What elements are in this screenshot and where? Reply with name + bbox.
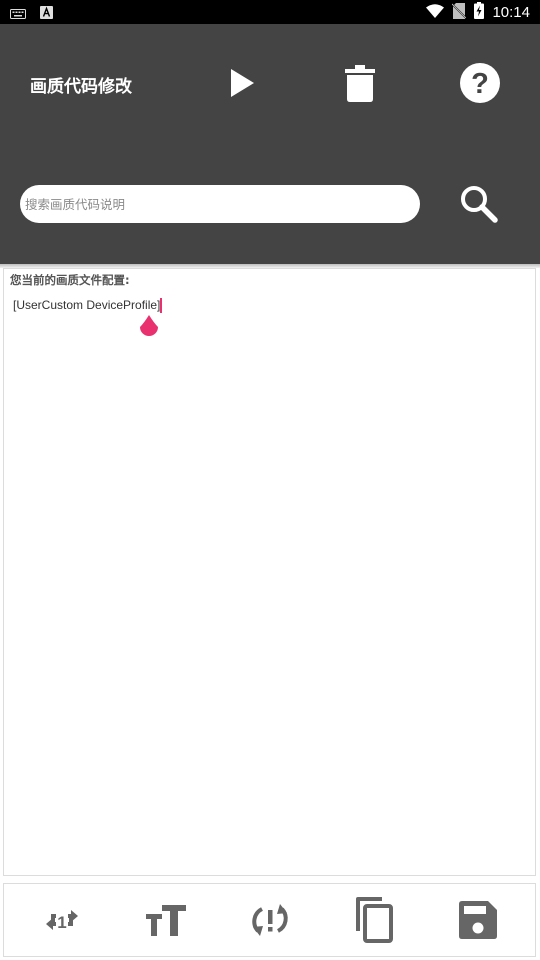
no-sim-icon	[451, 2, 468, 23]
repeat-one-icon: 1	[46, 910, 78, 932]
repeat-one-button[interactable]: 1	[39, 897, 85, 943]
status-bar: 10:14	[0, 0, 540, 24]
editor-text[interactable]: [UserCustom DeviceProfile]	[13, 298, 160, 312]
bottom-toolbar: 1	[3, 883, 536, 957]
battery-charging-icon	[474, 2, 485, 23]
help-icon: ?	[460, 63, 500, 103]
wifi-icon	[426, 3, 445, 22]
status-time: 10:14	[492, 4, 530, 21]
text-size-button[interactable]	[143, 897, 189, 943]
copy-button[interactable]	[351, 897, 397, 943]
app-header: 画质代码修改 ?	[0, 24, 540, 264]
a-notification-icon	[40, 4, 53, 23]
config-editor[interactable]: 您当前的画质文件配置: [UserCustom DeviceProfile]	[3, 268, 536, 876]
svg-text:1: 1	[57, 913, 66, 932]
keyboard-icon	[10, 4, 26, 23]
cursor-handle[interactable]	[138, 313, 160, 339]
save-button[interactable]	[455, 897, 501, 943]
page-title: 画质代码修改	[30, 77, 132, 97]
play-icon	[231, 69, 254, 97]
run-button[interactable]	[218, 59, 266, 107]
text-size-icon	[146, 905, 186, 936]
search-icon	[461, 186, 498, 223]
editor-label: 您当前的画质文件配置:	[10, 273, 130, 287]
save-icon	[459, 901, 497, 939]
copy-icon	[356, 897, 393, 943]
text-cursor	[160, 298, 163, 314]
help-button[interactable]: ?	[456, 59, 504, 107]
search-input[interactable]	[20, 185, 420, 223]
svg-text:?: ?	[471, 68, 489, 100]
editor-content[interactable]: [UserCustom DeviceProfile]	[13, 298, 163, 314]
sync-problem-button[interactable]	[247, 897, 293, 943]
sync-problem-icon	[252, 904, 288, 936]
delete-button[interactable]	[336, 59, 384, 107]
search-button[interactable]	[455, 180, 503, 228]
trash-icon	[345, 65, 375, 102]
